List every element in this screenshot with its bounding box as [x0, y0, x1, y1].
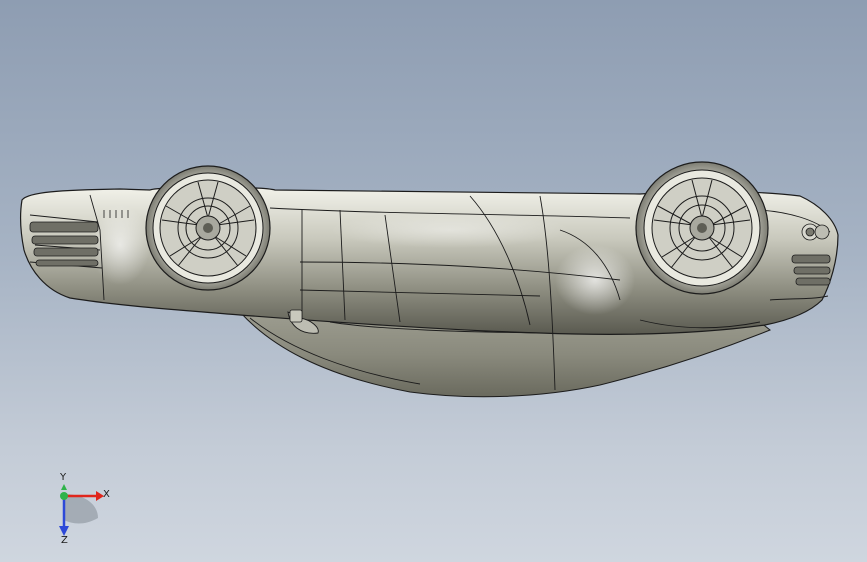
front-grille	[791, 254, 831, 286]
graphics-viewport[interactable]: X Y Z	[0, 0, 867, 562]
headlight	[801, 223, 830, 241]
coordinate-triad-icon: X Y Z	[44, 473, 124, 550]
z-axis-label: Z	[61, 535, 68, 546]
wheel-icon	[635, 161, 769, 295]
y-axis-label: Y	[60, 472, 67, 483]
x-axis-label: X	[103, 489, 110, 500]
door-handle	[289, 309, 303, 323]
car-model[interactable]	[0, 0, 867, 562]
wheel-icon	[145, 165, 271, 291]
